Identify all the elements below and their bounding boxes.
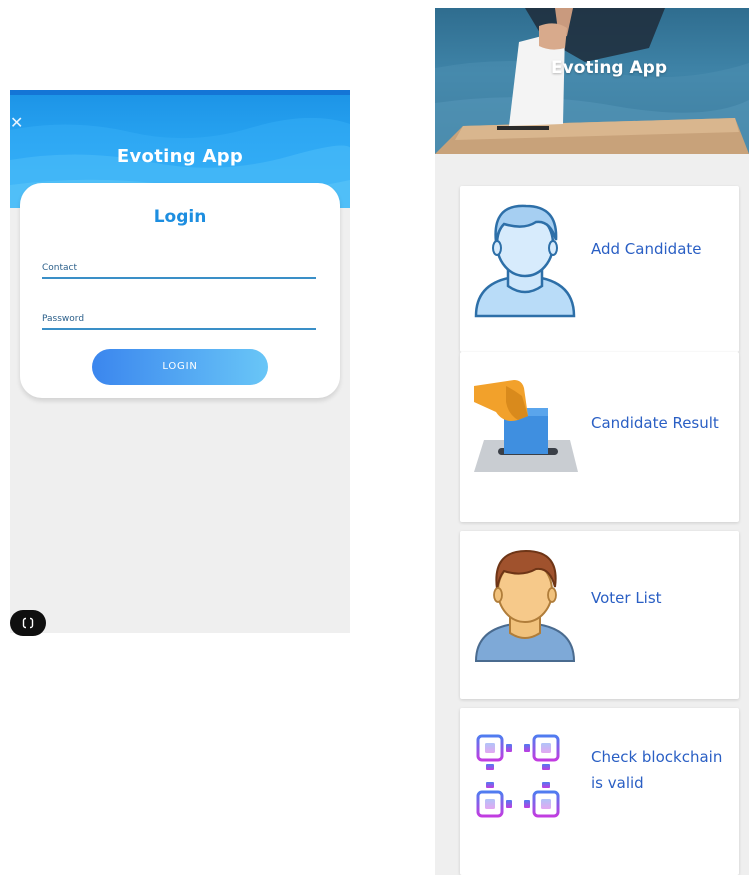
password-field[interactable]: Password — [42, 314, 316, 330]
rotate-icon — [22, 617, 34, 629]
add-candidate-card[interactable]: Add Candidate — [460, 186, 739, 352]
contact-field[interactable]: Contact — [42, 263, 316, 279]
blockchain-icon — [476, 734, 560, 818]
dashboard-screen: Evoting App Add Candidate Candidate Resu… — [435, 8, 749, 875]
check-blockchain-label-line1: Check blockchain — [591, 748, 723, 766]
password-underline — [42, 328, 316, 330]
dashboard-header: Evoting App — [435, 8, 749, 154]
check-blockchain-card[interactable]: Check blockchain is valid — [460, 708, 739, 875]
contact-underline — [42, 277, 316, 279]
check-blockchain-label-line2: is valid — [591, 774, 644, 792]
login-screen: ✕ Evoting App Login Contact Password LOG… — [10, 90, 350, 633]
contact-label: Contact — [42, 263, 78, 273]
ballot-box-icon — [474, 380, 578, 472]
voter-avatar-icon — [474, 549, 576, 662]
password-label: Password — [42, 314, 85, 324]
candidate-result-card[interactable]: Candidate Result — [460, 352, 739, 522]
voter-list-card[interactable]: Voter List — [460, 531, 739, 699]
add-candidate-label: Add Candidate — [591, 240, 702, 258]
voter-list-label: Voter List — [591, 589, 662, 607]
floating-action-badge[interactable] — [10, 610, 46, 636]
login-button[interactable]: LOGIN — [92, 349, 268, 385]
login-card-title: Login — [153, 207, 207, 227]
voting-photo-banner — [435, 8, 749, 154]
check-blockchain-label: Check blockchain is valid — [591, 744, 731, 796]
login-card: Login Contact Password LOGIN — [20, 183, 340, 398]
dashboard-app-title: Evoting App — [551, 58, 668, 78]
login-app-title: Evoting App — [116, 146, 244, 167]
candidate-result-label: Candidate Result — [591, 414, 719, 432]
user-avatar-icon — [474, 204, 576, 318]
close-icon[interactable]: ✕ — [10, 115, 26, 131]
